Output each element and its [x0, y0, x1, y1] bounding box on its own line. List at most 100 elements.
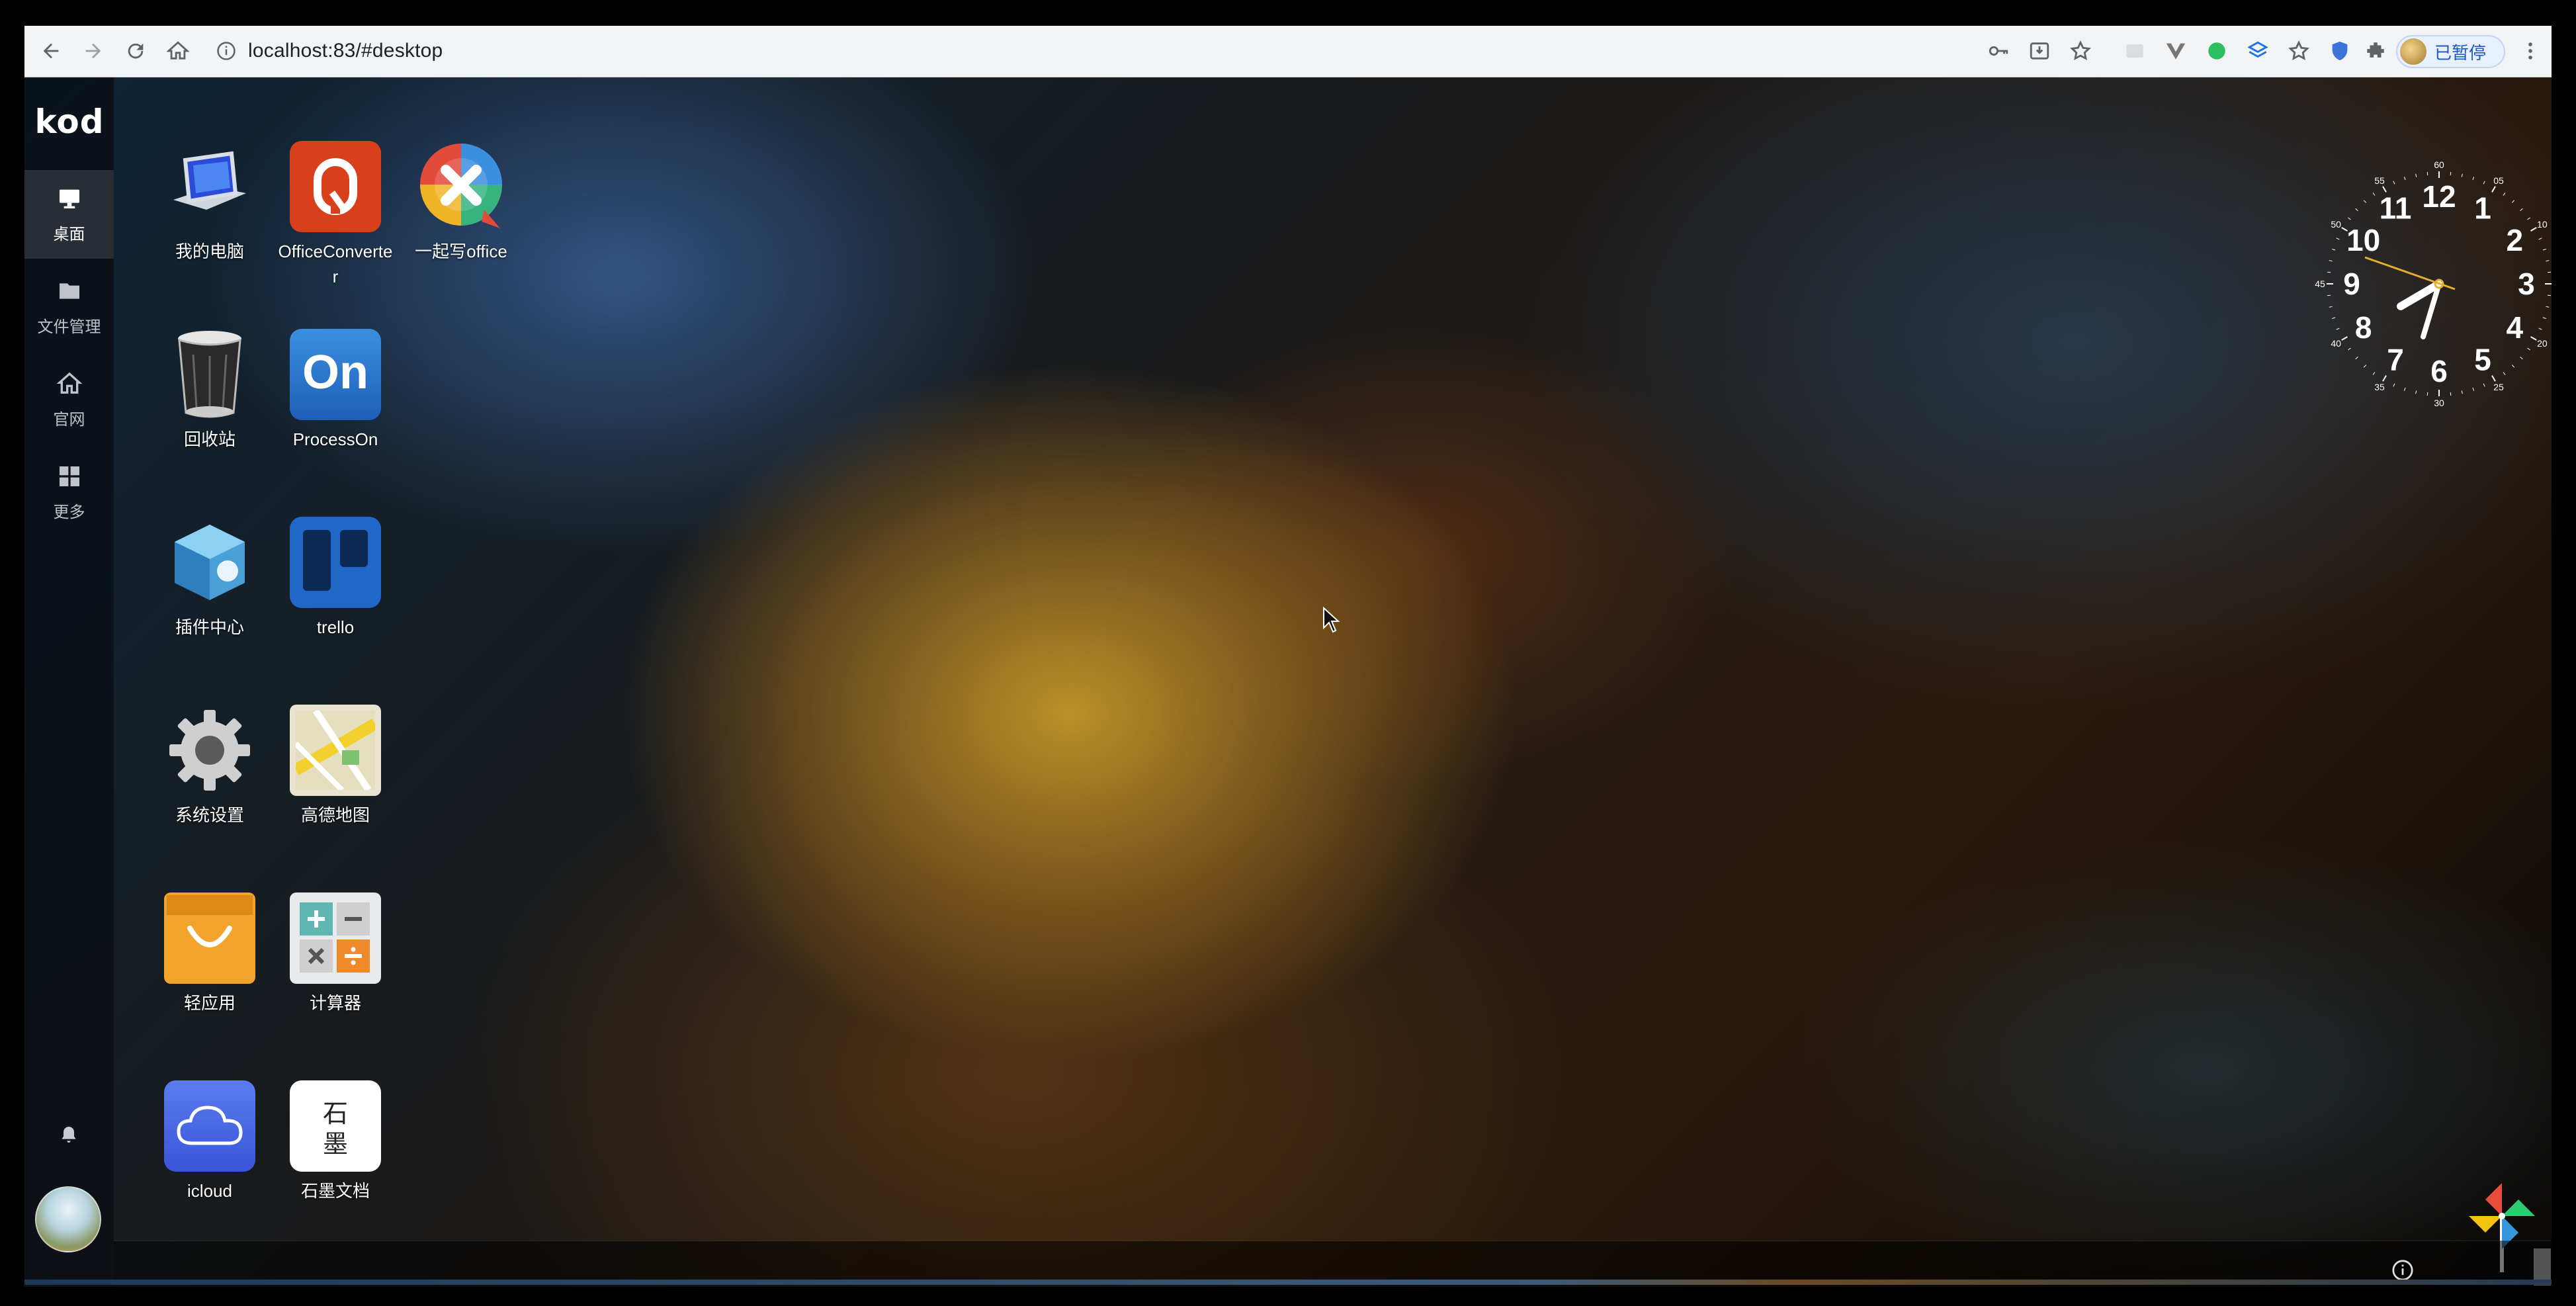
- desktop-icon-office-converter[interactable]: OfficeConverter: [276, 137, 395, 316]
- clock-tick: [2503, 193, 2506, 196]
- calculator-icon: [290, 892, 381, 984]
- clock-minute-number: 05: [2493, 175, 2504, 186]
- home-icon[interactable]: [162, 35, 194, 67]
- desktop-icon-recycle-bin[interactable]: 回收站: [150, 325, 269, 503]
- clock-tick: [2472, 387, 2475, 391]
- nav-item-official-site[interactable]: 官网: [24, 355, 114, 444]
- desktop-icon: [59, 189, 79, 208]
- clock-tick: [2393, 181, 2395, 185]
- clock-tick: [2503, 372, 2506, 375]
- clock-minute-number: 40: [2331, 338, 2341, 349]
- clock-hour-number: 5: [2474, 342, 2491, 376]
- clock-tick: [2355, 357, 2358, 360]
- bell-icon[interactable]: [58, 1124, 79, 1145]
- clock-tick: [2491, 375, 2496, 382]
- desktop-icon-label: OfficeConverter: [278, 241, 393, 286]
- clock-tick: [2538, 238, 2542, 240]
- desktop-icon-shimo-docs[interactable]: 石 墨 石墨文档: [276, 1076, 395, 1255]
- desktop-icon-label: 插件中心: [175, 617, 244, 637]
- nav-label-file-manager: 文件管理: [37, 318, 101, 336]
- clock-tick: [2341, 336, 2348, 341]
- kod-logo[interactable]: kod: [28, 103, 110, 141]
- nav-item-desktop[interactable]: 桌面: [24, 170, 114, 259]
- clock-tick: [2336, 238, 2340, 240]
- clock-tick: [2450, 171, 2452, 175]
- clock-tick: [2483, 181, 2485, 185]
- clock-hour-number: 10: [2346, 223, 2380, 257]
- nav-item-file-manager[interactable]: 文件管理: [24, 263, 114, 351]
- browser-toolbar: localhost:83/#desktop 已暂停: [24, 26, 2552, 77]
- mouse-cursor-icon: [1323, 607, 1340, 633]
- grid-icon: [59, 466, 79, 486]
- desktop-icon-trello[interactable]: trello: [276, 513, 395, 691]
- desktop-icon-settings[interactable]: 系统设置: [150, 701, 269, 879]
- side-navigation: kod 桌面 文件管理 官网 更多: [24, 77, 114, 1287]
- clock-tick: [2548, 271, 2552, 273]
- clock-hour-number: 6: [2430, 354, 2448, 388]
- extension-page-icon[interactable]: [2119, 35, 2151, 67]
- clock-tick: [2512, 365, 2515, 368]
- shimo-docs-icon: 石 墨: [290, 1080, 381, 1172]
- office-converter-icon: [290, 141, 381, 232]
- desktop-icon-my-computer[interactable]: 我的电脑: [150, 137, 269, 316]
- address-bar[interactable]: localhost:83/#desktop: [216, 34, 1936, 68]
- clock-minute-number: 60: [2434, 159, 2444, 170]
- info-icon[interactable]: [2391, 1259, 2414, 1282]
- install-icon[interactable]: [2024, 35, 2055, 67]
- trello-icon: [290, 517, 381, 608]
- nav-item-more[interactable]: 更多: [24, 448, 114, 537]
- desktop-icon-label: 高德地图: [300, 805, 370, 825]
- layers-extension-icon[interactable]: [2242, 35, 2274, 67]
- desktop-icon-light-app[interactable]: 轻应用: [150, 889, 269, 1067]
- profile-paused-button[interactable]: 已暂停: [2396, 35, 2505, 68]
- clock-tick: [2363, 365, 2366, 368]
- settings-gear-icon: [164, 705, 255, 796]
- clock-minute-number: 35: [2374, 382, 2385, 392]
- desktop-icon-label: ProcessOn: [292, 429, 378, 449]
- recycle-bin-icon: [164, 329, 255, 420]
- plugin-center-icon: [164, 517, 255, 608]
- desktop-icon-label: 轻应用: [183, 993, 236, 1013]
- folder-icon: [59, 283, 79, 299]
- menu-icon[interactable]: [2514, 35, 2546, 67]
- url-text[interactable]: localhost:83/#desktop: [248, 40, 443, 62]
- clock-tick: [2491, 186, 2496, 193]
- clock-hour-number: 12: [2422, 179, 2456, 214]
- reload-icon[interactable]: [120, 35, 151, 67]
- desktop-icon-plugin-center[interactable]: 插件中心: [150, 513, 269, 691]
- clock-minute-number: 55: [2374, 175, 2385, 186]
- clock-tick: [2336, 327, 2340, 330]
- clock-second-hand: [2364, 256, 2456, 290]
- key-icon[interactable]: [1983, 35, 2014, 67]
- star-icon[interactable]: [2065, 35, 2096, 67]
- desktop-icon-label: 系统设置: [175, 805, 244, 825]
- desktop-icon-amap[interactable]: 高德地图: [276, 701, 395, 879]
- user-avatar[interactable]: [35, 1186, 101, 1252]
- clock-tick: [2512, 200, 2515, 203]
- forward-icon[interactable]: [77, 35, 109, 67]
- desktop-icon-calculator[interactable]: 计算器: [276, 889, 395, 1067]
- back-icon[interactable]: [35, 35, 67, 67]
- shield-extension-icon[interactable]: [2324, 35, 2356, 67]
- bookmark-star-icon[interactable]: [2283, 35, 2315, 67]
- site-info-icon[interactable]: [216, 41, 236, 61]
- desktop-icon-processon[interactable]: On ProcessOn: [276, 325, 395, 503]
- clock-tick: [2538, 327, 2542, 330]
- desktop-area[interactable]: kod 桌面 文件管理 官网 更多 我的电脑 回收站 插件中心 系统设置 轻应用…: [24, 77, 2552, 1287]
- clock-tick: [2530, 227, 2537, 232]
- desktop-icon-label: 我的电脑: [175, 241, 244, 261]
- clock-tick: [2332, 248, 2336, 251]
- clock-hour-number: 1: [2474, 191, 2491, 226]
- desktop-icon-label: 计算器: [309, 993, 361, 1013]
- evernote-icon[interactable]: [2201, 35, 2233, 67]
- clock-tick: [2520, 357, 2523, 360]
- window-bottom-edge: [24, 1280, 2552, 1285]
- desktop-icon-yiqixie-office[interactable]: 一起写office: [402, 137, 521, 316]
- clock-minute-number: 25: [2493, 382, 2504, 392]
- desktop-icon-icloud[interactable]: icloud: [150, 1076, 269, 1255]
- light-app-bag-icon: [164, 892, 255, 984]
- puzzle-extensions-icon[interactable]: [2360, 35, 2391, 67]
- yiqixie-icon: [415, 141, 507, 232]
- vue-devtools-icon[interactable]: [2160, 35, 2192, 67]
- clock-minute-number: 50: [2331, 219, 2341, 230]
